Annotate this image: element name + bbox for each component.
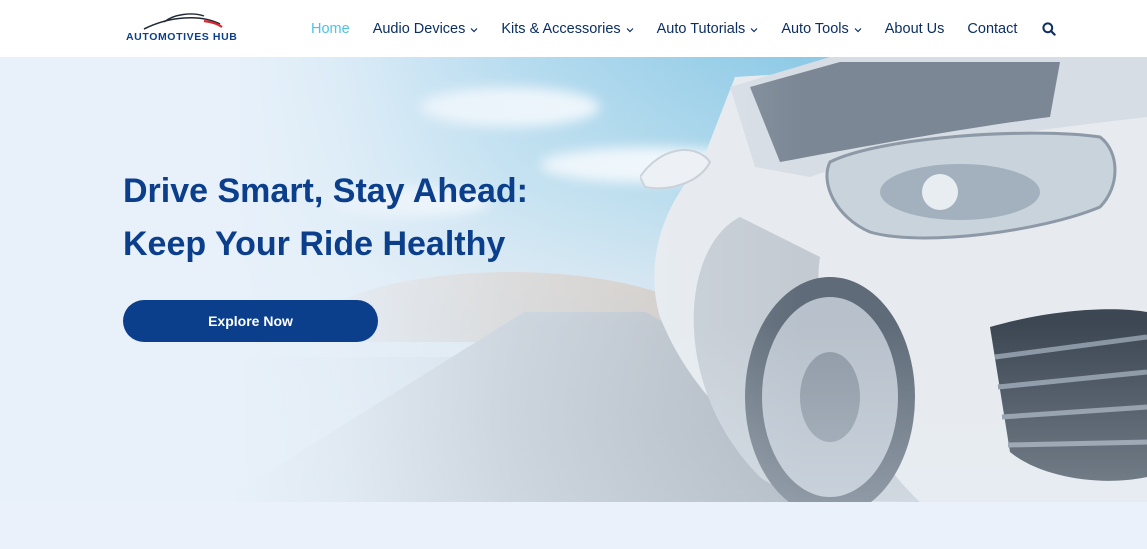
- logo-text: AUTOMOTIVES HUB: [126, 31, 238, 43]
- main-nav: Home Audio Devices Kits & Accessories Au…: [300, 0, 1057, 57]
- search-icon: [1042, 21, 1057, 36]
- search-button[interactable]: [1042, 21, 1057, 36]
- nav-item-label: Kits & Accessories: [501, 20, 621, 37]
- nav-item-label: About Us: [884, 20, 945, 37]
- nav-item-label: Audio Devices: [372, 20, 466, 37]
- hero-overlay-bottom: [0, 57, 1147, 502]
- chevron-down-icon: [750, 27, 758, 32]
- nav-item-label: Auto Tools: [781, 20, 849, 37]
- nav-item-contact[interactable]: Contact: [967, 21, 1017, 37]
- hero-title: Drive Smart, Stay Ahead: Keep Your Ride …: [123, 165, 643, 271]
- nav-item-auto-tools[interactable]: Auto Tools: [781, 20, 862, 37]
- chevron-down-icon: [470, 27, 478, 32]
- chevron-down-icon: [626, 27, 634, 32]
- hero-banner: Drive Smart, Stay Ahead: Keep Your Ride …: [0, 57, 1147, 502]
- nav-item-home[interactable]: Home: [311, 21, 350, 37]
- nav-item-label: Contact: [967, 20, 1018, 37]
- nav-item-label: Auto Tutorials: [656, 20, 746, 37]
- site-header: AUTOMOTIVES HUB Home Audio Devices Kits …: [0, 0, 1147, 57]
- page-content-area: [0, 502, 1147, 549]
- nav-item-about-us[interactable]: About Us: [885, 21, 945, 37]
- nav-item-kits-accessories[interactable]: Kits & Accessories: [501, 20, 634, 37]
- hero-title-line-2: Keep Your Ride Healthy: [123, 225, 506, 263]
- chevron-down-icon: [854, 27, 862, 32]
- nav-item-audio-devices[interactable]: Audio Devices: [373, 21, 479, 37]
- hero-title-line-1: Drive Smart, Stay Ahead:: [123, 172, 528, 210]
- nav-item-label: Home: [311, 20, 350, 37]
- site-logo[interactable]: AUTOMOTIVES HUB: [124, 8, 244, 48]
- nav-item-auto-tutorials[interactable]: Auto Tutorials: [657, 21, 759, 37]
- car-logo-icon: [143, 13, 223, 30]
- explore-now-button[interactable]: Explore Now: [123, 300, 378, 342]
